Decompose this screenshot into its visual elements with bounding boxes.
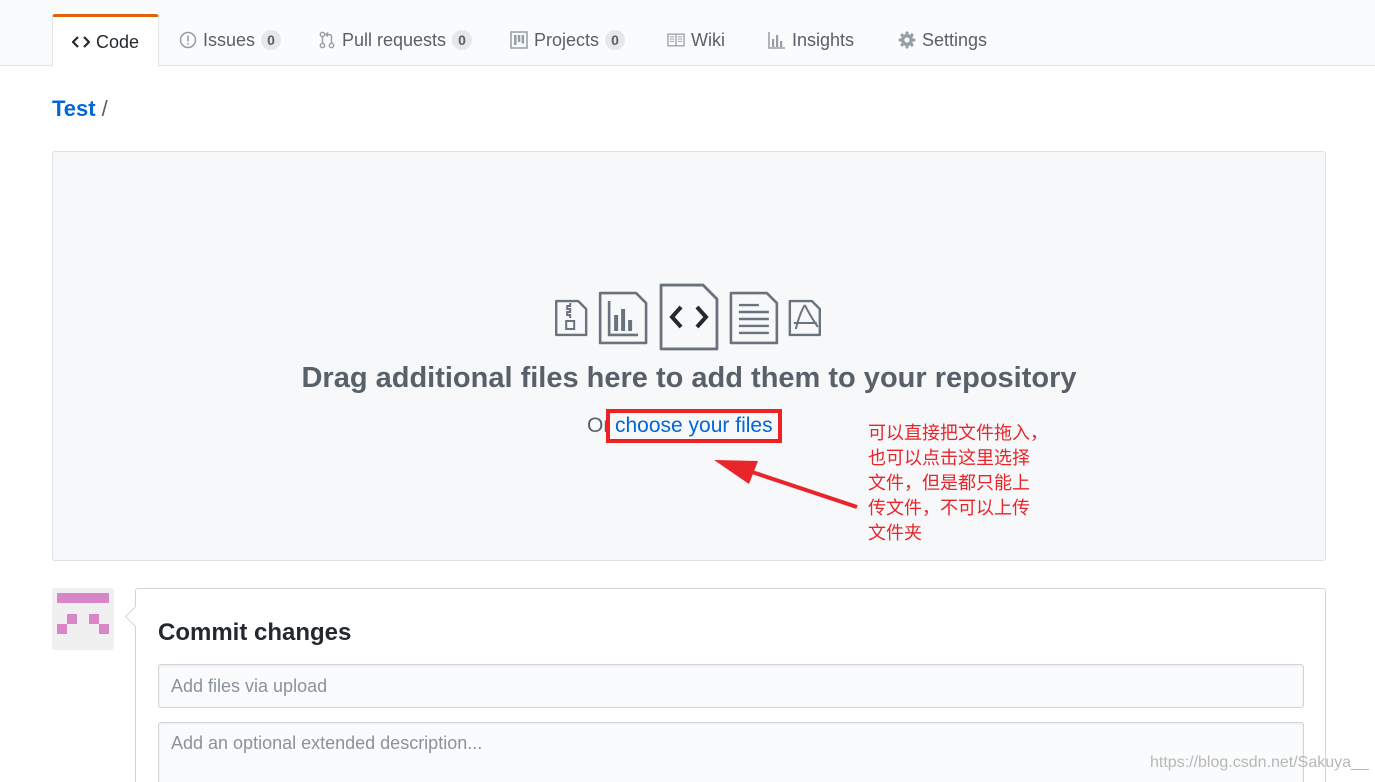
breadcrumb-repo-link[interactable]: Test (52, 96, 96, 122)
file-code-icon (659, 283, 719, 351)
commit-summary-input[interactable] (158, 664, 1304, 708)
gear-icon (898, 31, 916, 49)
book-icon (667, 31, 685, 49)
annotation-line: 也可以点击这里选择 (868, 448, 1030, 469)
file-pdf-icon (788, 299, 821, 337)
watermark: https://blog.csdn.net/Sakuya__ (1150, 754, 1369, 771)
tab-issues-label: Issues (203, 29, 256, 50)
code-icon (72, 33, 90, 51)
identicon-icon (57, 593, 109, 634)
tab-code[interactable]: Code (52, 14, 160, 67)
tab-insights[interactable]: Insights (768, 14, 854, 66)
tab-pull-requests-label: Pull requests (342, 29, 447, 50)
tab-code-label: Code (96, 31, 140, 52)
file-icons-group (555, 283, 821, 351)
projects-counter: 0 (605, 30, 626, 50)
commit-form: Commit changes (135, 588, 1326, 782)
tab-settings[interactable]: Settings (898, 14, 987, 66)
tab-wiki[interactable]: Wiki (667, 14, 725, 66)
project-icon (510, 31, 528, 49)
breadcrumb: Test / (52, 96, 108, 122)
tab-pull-requests[interactable]: Pull requests 0 (318, 14, 473, 66)
git-pull-request-icon (318, 31, 336, 49)
repo-nav: Code Issues 0 Pull requests 0 Projects 0… (0, 0, 1375, 67)
avatar[interactable] (52, 588, 114, 650)
tab-insights-label: Insights (792, 29, 855, 50)
choose-files-link[interactable]: choose your files (606, 409, 782, 443)
annotation-line: 文件夹 (868, 523, 922, 544)
tab-wiki-label: Wiki (691, 29, 725, 50)
dropzone-or-text: Or (587, 414, 611, 437)
file-zip-icon (555, 299, 588, 337)
upload-dropzone[interactable]: Drag additional files here to add them t… (52, 151, 1326, 561)
graph-icon (768, 31, 786, 49)
file-chart-icon (598, 291, 648, 345)
issue-opened-icon (179, 31, 197, 49)
tab-projects[interactable]: Projects 0 (510, 14, 626, 66)
annotation-line: 文件，但是都只能上 (868, 473, 1030, 494)
file-text-icon (729, 291, 779, 345)
tab-issues[interactable]: Issues 0 (179, 14, 282, 66)
issues-counter: 0 (261, 30, 282, 50)
pull-requests-counter: 0 (452, 30, 473, 50)
annotation-line: 可以直接把文件拖入， (868, 423, 1048, 444)
dropzone-title: Drag additional files here to add them t… (301, 362, 1077, 394)
annotation-note: 可以直接把文件拖入， 也可以点击这里选择 文件，但是都只能上 传文件，不可以上传… (868, 421, 1078, 546)
annotation-line: 传文件，不可以上传 (868, 498, 1030, 519)
breadcrumb-separator: / (101, 96, 108, 121)
commit-title: Commit changes (158, 619, 352, 646)
tab-projects-label: Projects (534, 29, 600, 50)
tab-settings-label: Settings (922, 29, 988, 50)
commit-description-input[interactable] (158, 722, 1304, 782)
